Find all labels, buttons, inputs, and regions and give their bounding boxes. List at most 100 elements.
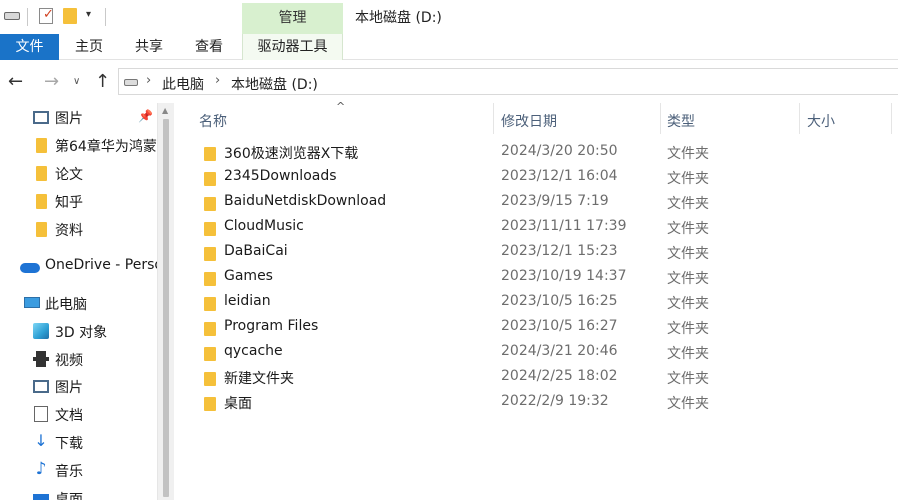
file-type: 文件夹 [667, 246, 709, 262]
file-row[interactable]: Program Files 2023/10/5 16:27 文件夹 [175, 316, 898, 341]
customize-toolbar-dropdown-icon[interactable]: ▾ [86, 9, 91, 20]
folder-icon [204, 297, 216, 311]
nav-item-pictures[interactable]: 图片 [0, 374, 157, 400]
file-row[interactable]: leidian 2023/10/5 16:25 文件夹 [175, 291, 898, 316]
file-name: 360极速浏览器X下载 [224, 146, 359, 162]
file-row[interactable]: 2345Downloads 2023/12/1 16:04 文件夹 [175, 166, 898, 191]
nav-item-documents[interactable]: 文档 [0, 402, 157, 428]
column-divider[interactable] [799, 103, 800, 134]
column-divider[interactable] [660, 103, 661, 134]
file-name: CloudMusic [224, 218, 304, 234]
new-folder-icon[interactable] [63, 8, 77, 24]
nav-item-label: 此电脑 [45, 297, 87, 313]
pin-icon[interactable]: 📌 [138, 109, 153, 123]
folder-icon [36, 194, 47, 209]
file-date-modified: 2024/3/21 20:46 [501, 343, 618, 359]
column-header-size[interactable]: 大小 [807, 111, 835, 131]
column-divider[interactable] [891, 103, 892, 134]
file-row[interactable]: 桌面 2022/2/9 19:32 文件夹 [175, 391, 898, 416]
file-date-modified: 2023/10/19 14:37 [501, 268, 627, 284]
nav-item-this-pc[interactable]: 此电脑 [0, 291, 157, 317]
onedrive-icon [20, 263, 40, 273]
tab-share[interactable]: 共享 [122, 34, 176, 60]
address-toolbar: ← → ∨ ↑ › 此电脑 › 本地磁盘 (D:) [0, 61, 898, 103]
column-header-date-modified[interactable]: 修改日期 [501, 111, 557, 131]
recent-locations-chevron-icon[interactable]: ∨ [73, 76, 80, 87]
nav-item-downloads[interactable]: ↓ 下载 [0, 430, 157, 456]
file-type: 文件夹 [667, 146, 709, 162]
file-row[interactable]: Games 2023/10/19 14:37 文件夹 [175, 266, 898, 291]
nav-item-label: 3D 对象 [55, 325, 108, 341]
column-header-name[interactable]: 名称 [199, 111, 227, 131]
back-arrow-icon[interactable]: ← [8, 71, 23, 92]
folder-icon [204, 147, 216, 161]
folder-icon [204, 222, 216, 236]
file-row[interactable]: BaiduNetdiskDownload 2023/9/15 7:19 文件夹 [175, 191, 898, 216]
tab-file[interactable]: 文件 [0, 34, 59, 60]
file-type: 文件夹 [667, 221, 709, 237]
nav-item-3d-objects[interactable]: 3D 对象 [0, 319, 157, 345]
file-row[interactable]: DaBaiCai 2023/12/1 15:23 文件夹 [175, 241, 898, 266]
scroll-up-arrow-icon[interactable]: ▲ [162, 106, 168, 115]
navigation-pane-scrollbar[interactable]: ▲ [157, 103, 174, 500]
nav-item-videos[interactable]: 视频 [0, 347, 157, 373]
column-header-type[interactable]: 类型 [667, 111, 695, 131]
up-arrow-icon[interactable]: ↑ [95, 71, 110, 92]
manage-context-tab[interactable]: 管理 [242, 3, 343, 34]
file-row[interactable]: qycache 2024/3/21 20:46 文件夹 [175, 341, 898, 366]
file-type: 文件夹 [667, 371, 709, 387]
pictures-icon [33, 111, 49, 124]
file-type: 文件夹 [667, 396, 709, 412]
window-title: 本地磁盘 (D:) [355, 10, 442, 26]
file-date-modified: 2023/12/1 16:04 [501, 168, 618, 184]
nav-item-folder[interactable]: 资料 [0, 217, 157, 243]
nav-item-label: OneDrive - Perso [45, 257, 157, 273]
file-date-modified: 2023/10/5 16:25 [501, 293, 618, 309]
file-name: Program Files [224, 318, 319, 334]
file-name: qycache [224, 343, 283, 359]
nav-item-folder[interactable]: 知乎 [0, 189, 157, 215]
nav-item-label: 图片 [55, 380, 83, 396]
breadcrumb-chevron-icon[interactable]: › [215, 73, 220, 88]
folder-icon [204, 372, 216, 386]
file-row[interactable]: 新建文件夹 2024/2/25 18:02 文件夹 [175, 366, 898, 391]
toolbar-separator [27, 8, 28, 26]
breadcrumb-this-pc[interactable]: 此电脑 [162, 74, 204, 94]
file-type: 文件夹 [667, 171, 709, 187]
nav-item-desktop[interactable]: 桌面 [0, 486, 157, 500]
drive-icon [124, 79, 138, 86]
file-name: leidian [224, 293, 271, 309]
file-date-modified: 2023/11/11 17:39 [501, 218, 627, 234]
properties-icon[interactable]: ✓ [39, 7, 54, 24]
sort-ascending-icon: ^ [336, 100, 346, 113]
file-date-modified: 2023/9/15 7:19 [501, 193, 609, 209]
folder-icon [36, 222, 47, 237]
nav-item-folder[interactable]: 第64章华为鸿蒙 [0, 133, 157, 159]
file-date-modified: 2023/12/1 15:23 [501, 243, 618, 259]
file-name: 新建文件夹 [224, 371, 294, 387]
nav-item-folder[interactable]: 论文 [0, 161, 157, 187]
address-input[interactable]: › 此电脑 › 本地磁盘 (D:) [118, 68, 898, 95]
documents-icon [34, 406, 48, 422]
column-divider[interactable] [493, 103, 494, 134]
nav-item-pictures-pinned[interactable]: 图片 📌 [0, 105, 157, 131]
3d-objects-icon [33, 323, 49, 339]
tab-view[interactable]: 查看 [182, 34, 236, 60]
nav-item-onedrive[interactable]: OneDrive - Perso [0, 254, 157, 280]
breadcrumb-chevron-icon[interactable]: › [146, 73, 151, 88]
scrollbar-thumb[interactable] [163, 119, 169, 497]
pc-icon [24, 297, 40, 308]
drive-icon[interactable] [4, 12, 20, 20]
file-row[interactable]: CloudMusic 2023/11/11 17:39 文件夹 [175, 216, 898, 241]
folder-icon [204, 172, 216, 186]
tab-drive-tools[interactable]: 驱动器工具 [242, 34, 343, 60]
forward-arrow-icon[interactable]: → [44, 71, 59, 92]
breadcrumb-local-disk-d[interactable]: 本地磁盘 (D:) [231, 74, 318, 94]
folder-icon [204, 197, 216, 211]
file-row[interactable]: 360极速浏览器X下载 2024/3/20 20:50 文件夹 [175, 141, 898, 166]
tab-home[interactable]: 主页 [62, 34, 116, 60]
nav-item-music[interactable]: ♪ 音乐 [0, 458, 157, 484]
ribbon-tabs: 文件 主页 共享 查看 驱动器工具 [0, 34, 898, 60]
downloads-icon: ↓ [34, 431, 48, 450]
folder-icon [36, 138, 47, 153]
